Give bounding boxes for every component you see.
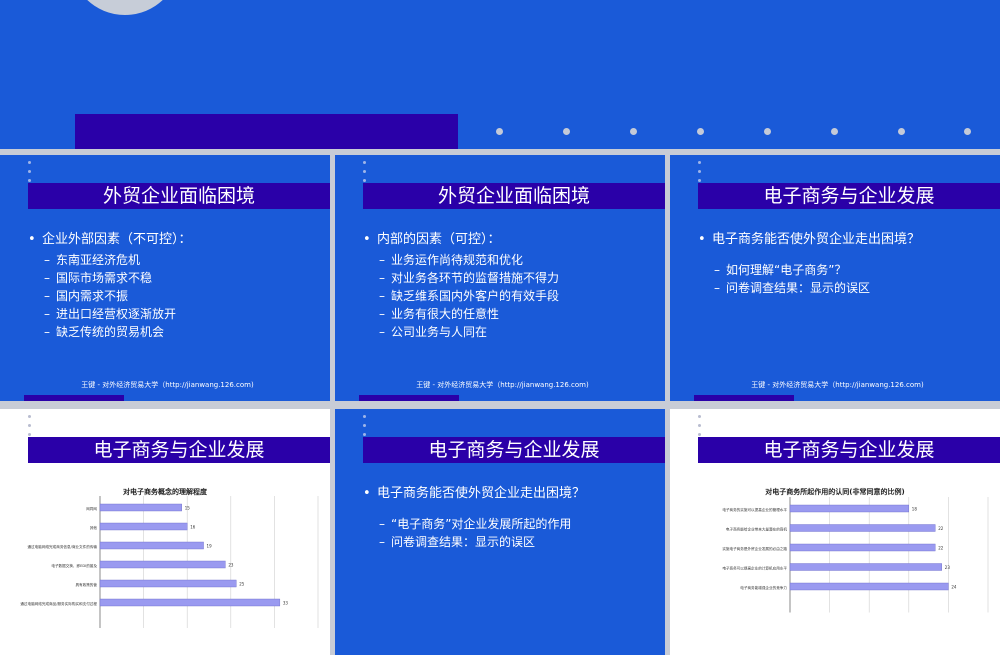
sub-bullet-text: 问卷调查结果：显示的误区 xyxy=(391,533,535,551)
sub-bullet-text: 业务运作尚待规范和优化 xyxy=(391,251,523,269)
sub-bullet-text: 缺乏维系国内外客户的有效手段 xyxy=(391,287,559,305)
decorative-bar xyxy=(24,395,124,401)
sub-bullet-text: “电子商务”对企业发展所起的作用 xyxy=(391,515,571,533)
decorative-shape xyxy=(70,0,180,15)
decorative-dot xyxy=(630,128,637,135)
data-label: 22 xyxy=(938,526,944,531)
bar xyxy=(100,504,182,511)
slide-footer: 王键 - 对外经济贸易大学（http://jianwang.126.com) xyxy=(415,381,590,389)
decorative-dot xyxy=(831,128,838,135)
bar-chart: 网同网 15 其他 16 通过电脑网络完成商务信息/商业文件的传输 19 电子数据交换、即E… xyxy=(0,409,330,655)
data-label: 33 xyxy=(283,601,289,606)
slide-title: 电子商务与企业发展 xyxy=(363,437,665,463)
data-label: 23 xyxy=(228,563,234,568)
category-label: 通过电脑网络完成商务信息/商业文件的传输 xyxy=(28,544,98,549)
slide-thumbnail-top[interactable] xyxy=(0,0,1000,149)
sub-bullet-text: 公司业务与人同在 xyxy=(391,323,487,341)
decorative-dot xyxy=(964,128,971,135)
bullet-list: •电子商务能否使外贸企业走出困境？ –如何理解“电子商务”？ –问卷调查结果：显… xyxy=(698,231,992,297)
bullet-list: •内部的因素（可控）： –业务运作尚待规范和优化 –对业务各环节的监督措施不得力… xyxy=(363,231,657,341)
data-label: 22 xyxy=(938,546,944,551)
category-label: 通过电脑网络完成商品/服务实际购买和支付过程 xyxy=(20,601,97,606)
sub-bullet-text: 国内需求不振 xyxy=(56,287,128,305)
decorative-dot xyxy=(563,128,570,135)
sub-bullet-text: 国际市场需求不稳 xyxy=(56,269,152,287)
slide-thumbnail-3[interactable]: 电子商务与企业发展 •电子商务能否使外贸企业走出困境？ –如何理解“电子商务”？… xyxy=(670,155,1000,401)
bar xyxy=(100,599,280,606)
slide-thumbnail-4[interactable]: 电子商务与企业发展 对电子商务概念的理解程度 网同网15其他16通过电脑网络完成… xyxy=(0,409,330,655)
category-label: 电子商务能增强企业的竞争力 xyxy=(740,585,787,590)
bullet-text: 内部的因素（可控）： xyxy=(377,231,501,249)
category-label: 具有政策的营 xyxy=(75,582,97,587)
bar xyxy=(100,580,236,587)
data-label: 25 xyxy=(239,582,245,587)
slide-thumbnail-2[interactable]: 外贸企业面临困境 •内部的因素（可控）： –业务运作尚待规范和优化 –对业务各环… xyxy=(335,155,665,401)
category-label: 网同网 xyxy=(86,506,97,511)
decorative-dot xyxy=(697,128,704,135)
category-label: 电子商务的实施可以提高企业的管理水平 xyxy=(722,507,787,512)
sub-bullet-text: 对业务各环节的监督措施不得力 xyxy=(391,269,559,287)
sub-bullet-text: 业务有很大的任意性 xyxy=(391,305,499,323)
bullet-text: 电子商务能否使外贸企业走出困境？ xyxy=(377,485,585,503)
category-label: 电子商务能给企业带来大量潜在的商机 xyxy=(726,527,787,532)
decorative-bar xyxy=(694,395,794,401)
data-label: 19 xyxy=(207,544,213,549)
category-label: 电子商务可以提高企业的计算机应用水平 xyxy=(722,566,787,571)
slide-thumbnail-1[interactable]: 外贸企业面临困境 •企业外部因素（不可控）： –东南亚经济危机 –国际市场需求不… xyxy=(0,155,330,401)
bar xyxy=(100,561,225,568)
decorative-bar xyxy=(359,395,459,401)
decorative-dot xyxy=(496,128,503,135)
bar xyxy=(100,542,204,549)
bar xyxy=(790,544,935,551)
category-label: 其他 xyxy=(90,525,98,530)
slide-thumbnail-6[interactable]: 电子商务与企业发展 对电子商务所起作用的认同(非常同意的比例) 电子商务的实施可… xyxy=(670,409,1000,655)
bullet-list: •企业外部因素（不可控）： –东南亚经济危机 –国际市场需求不稳 –国内需求不振… xyxy=(28,231,322,341)
decorative-dot xyxy=(898,128,905,135)
slide-title: 外贸企业面临困境 xyxy=(28,183,330,209)
sub-bullet-text: 进出口经营权逐渐放开 xyxy=(56,305,176,323)
slide-title: 电子商务与企业发展 xyxy=(698,183,1000,209)
data-label: 15 xyxy=(185,506,191,511)
category-label: 实施电子商务是外贸企业发展的必由之路 xyxy=(722,546,787,551)
slide-title: 外贸企业面临困境 xyxy=(363,183,665,209)
bar-chart: 电子商务的实施可以提高企业的管理水平 18 电子商务能给企业带来大量潜在的商机 22 实… xyxy=(670,409,1000,655)
bar xyxy=(790,564,942,571)
slide-footer: 王键 - 对外经济贸易大学（http://jianwang.126.com) xyxy=(80,381,255,389)
sub-bullet-text: 缺乏传统的贸易机会 xyxy=(56,323,164,341)
bullet-text: 企业外部因素（不可控）： xyxy=(42,231,192,249)
data-label: 18 xyxy=(912,507,918,512)
data-label: 16 xyxy=(190,525,196,530)
data-label: 24 xyxy=(951,585,957,590)
bar xyxy=(790,583,948,590)
bar xyxy=(790,525,935,532)
category-label: 电子数据交换、即EDI的普及 xyxy=(51,563,97,568)
decorative-bar xyxy=(75,114,458,149)
sub-bullet-text: 东南亚经济危机 xyxy=(56,251,140,269)
decorative-dot xyxy=(764,128,771,135)
sub-bullet-text: 问卷调查结果：显示的误区 xyxy=(726,279,870,297)
bar xyxy=(100,523,187,530)
bullet-list: •电子商务能否使外贸企业走出困境？ –“电子商务”对企业发展所起的作用 –问卷调… xyxy=(363,485,657,551)
bullet-text: 电子商务能否使外贸企业走出困境？ xyxy=(712,231,920,249)
slide-thumbnail-5[interactable]: 电子商务与企业发展 •电子商务能否使外贸企业走出困境？ –“电子商务”对企业发展… xyxy=(335,409,665,655)
sub-bullet-text: 如何理解“电子商务”？ xyxy=(726,261,846,279)
bar xyxy=(790,505,909,512)
slide-footer: 王键 - 对外经济贸易大学（http://jianwang.126.com) xyxy=(750,381,925,389)
data-label: 23 xyxy=(945,565,951,570)
